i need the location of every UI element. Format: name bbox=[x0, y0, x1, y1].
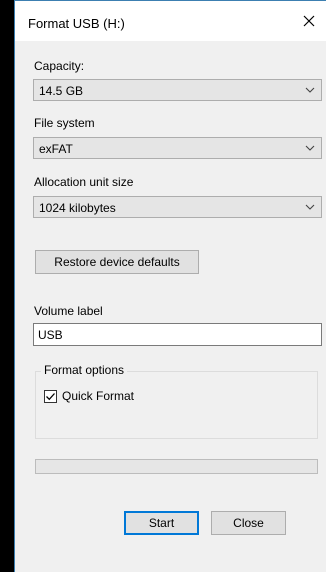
chevron-down-icon bbox=[305, 87, 315, 93]
capacity-value: 14.5 GB bbox=[39, 84, 84, 98]
volume-label-input[interactable]: USB bbox=[33, 323, 322, 346]
format-progress-bar bbox=[35, 459, 318, 474]
checkmark-icon bbox=[46, 393, 55, 401]
chevron-down-icon bbox=[305, 204, 315, 210]
format-dialog: Format USB (H:) Capacity: 14.5 GB File s… bbox=[14, 0, 326, 572]
volume-label-label: Volume label bbox=[34, 304, 103, 318]
allocation-unit-label: Allocation unit size bbox=[34, 175, 134, 189]
file-system-value: exFAT bbox=[39, 142, 73, 156]
file-system-label: File system bbox=[34, 116, 95, 130]
restore-defaults-button[interactable]: Restore device defaults bbox=[35, 250, 199, 274]
title-bar: Format USB (H:) bbox=[15, 1, 326, 41]
format-options-group bbox=[35, 371, 318, 439]
start-button[interactable]: Start bbox=[124, 511, 199, 535]
chevron-down-icon bbox=[305, 145, 315, 151]
close-button[interactable]: Close bbox=[211, 511, 286, 535]
window-title: Format USB (H:) bbox=[28, 16, 125, 31]
allocation-unit-dropdown[interactable]: 1024 kilobytes bbox=[33, 196, 322, 218]
allocation-unit-value: 1024 kilobytes bbox=[39, 201, 116, 215]
quick-format-checkbox[interactable] bbox=[44, 390, 57, 403]
quick-format-label[interactable]: Quick Format bbox=[62, 389, 134, 403]
volume-label-value: USB bbox=[38, 328, 63, 342]
file-system-dropdown[interactable]: exFAT bbox=[33, 137, 322, 159]
close-icon[interactable] bbox=[298, 10, 320, 32]
capacity-dropdown[interactable]: 14.5 GB bbox=[33, 79, 322, 101]
capacity-label: Capacity: bbox=[34, 59, 85, 73]
format-options-legend: Format options bbox=[41, 363, 128, 377]
